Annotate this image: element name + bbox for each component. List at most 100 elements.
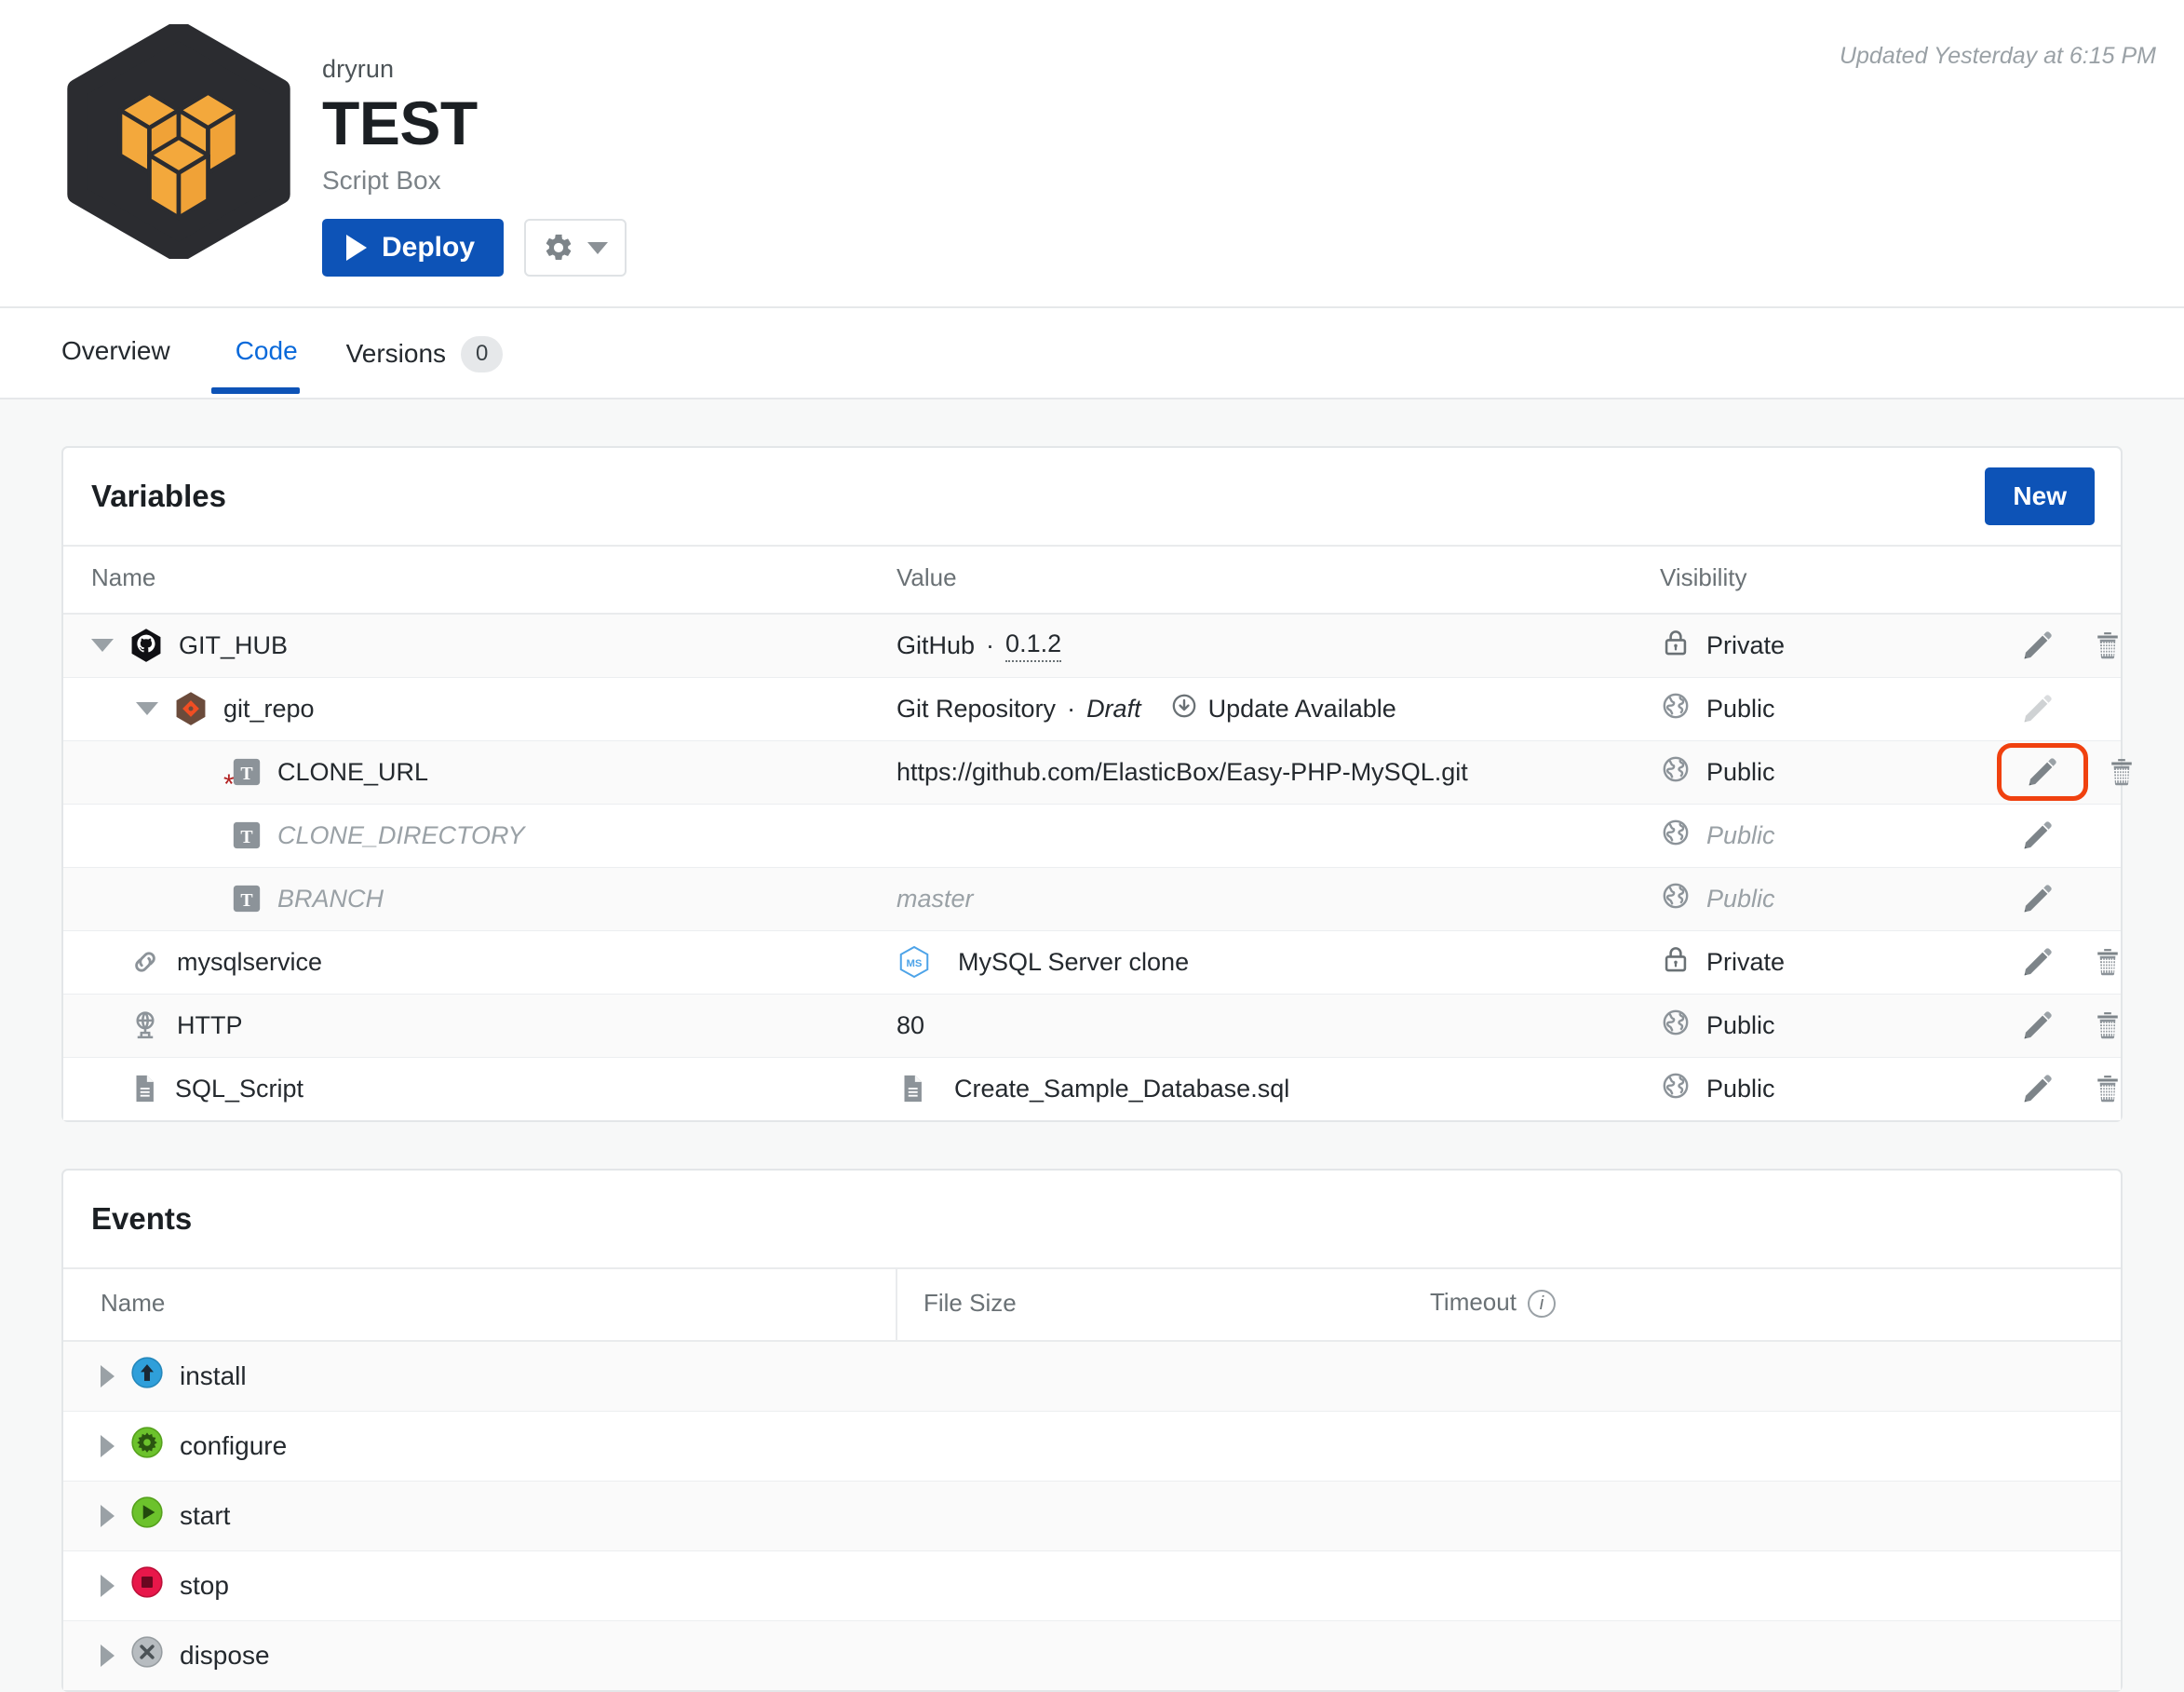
variable-actions-cell [2014,629,2121,662]
variable-actions-cell [2014,692,2121,725]
update-available-badge[interactable]: Update Available [1169,691,1396,727]
delete-variable-button[interactable] [2092,1009,2123,1041]
globe-icon [1663,819,1689,845]
chevron-down-icon [587,241,609,254]
variable-actions-cell [1997,743,2132,801]
update-download-icon [1172,694,1195,717]
info-icon[interactable]: i [1527,1290,1556,1319]
column-header-visibility: Visibility [1660,545,2014,615]
variable-actions-cell [2014,1072,2121,1105]
page-title: TEST [322,88,478,157]
event-name-cell: start [63,1495,897,1536]
settings-dropdown-button[interactable] [524,219,627,277]
lock-icon [1665,629,1687,656]
variable-value-cell: 80 [897,1011,1660,1040]
globe-icon [1660,880,1692,918]
edit-variable-button[interactable] [2021,1072,2055,1105]
column-header-actions [2014,545,2121,615]
edit-variable-button [2021,692,2055,725]
pencil-icon [2024,1075,2052,1103]
variable-name-cell: SQL_Script [63,1073,897,1104]
edit-variable-button[interactable] [2021,945,2055,979]
variable-value-cell: master [897,885,1660,914]
variable-row[interactable]: T * CLONE_URL https://github.com/ElasticB… [63,740,2132,805]
file-document-icon [128,1073,160,1104]
github-octocat-icon [131,629,161,663]
text-variable-icon: T [231,883,263,914]
svg-text:T: T [240,890,252,911]
trash-icon [2097,949,2118,976]
globe-icon [1663,1009,1689,1035]
variable-visibility-cell: Public [1660,1070,2014,1108]
variable-value-cell: GitHub · 0.1.2 [897,629,1660,662]
tab-versions[interactable]: Versions 0 [322,329,528,400]
variable-row[interactable]: T BRANCH master Public [63,867,2121,931]
chevron-right-icon[interactable] [101,1574,115,1597]
variable-row[interactable]: SQL_Script Create_Sample_Database.sql Pu… [63,1057,2121,1120]
variable-visibility-label: Public [1706,1010,1775,1039]
tab-code[interactable]: Code [210,329,322,394]
link-chain-icon [128,945,162,979]
page-body: Variables New Name Value Visibility GIT_… [0,399,2184,1692]
variable-value-text: Git Repository [897,694,1057,723]
dispose-x-icon [131,1636,163,1668]
mysql-hexagon-badge-icon: MS [897,944,932,980]
event-row[interactable]: configure [63,1411,2121,1482]
pencil-icon [2024,885,2052,913]
event-row[interactable]: stop [63,1550,2121,1621]
edit-variable-button[interactable] [2021,1008,2055,1042]
event-name-cell: configure [63,1425,897,1467]
variable-name-cell: T * CLONE_URL [63,756,897,799]
git-repo-hexagon-icon [173,691,209,726]
variable-name-label: git_repo [223,694,315,723]
edit-variable-button-highlight[interactable] [1997,743,2088,801]
column-header-name: Name [63,545,897,615]
page-header: dryrun TEST Script Box Deploy Updated Ye… [0,0,2184,308]
event-name-cell: install [63,1355,897,1397]
port-globe-icon [136,1011,155,1039]
variable-row[interactable]: git_repo Git Repository · Draft Update Ava… [63,677,2121,741]
delete-variable-button[interactable] [2106,756,2137,788]
pencil-icon [2024,695,2052,723]
variable-name-label: CLONE_DIRECTORY [277,820,525,849]
variable-row[interactable]: T CLONE_DIRECTORY Public [63,804,2121,868]
tab-overview[interactable]: Overview [61,329,195,394]
chevron-right-icon[interactable] [101,1504,115,1527]
deploy-button[interactable]: Deploy [322,219,505,277]
header-actions: Deploy [322,219,627,277]
variable-version-link[interactable]: 0.1.2 [1005,629,1062,662]
chevron-down-icon[interactable] [136,702,158,715]
port-globe-icon [128,1008,162,1042]
edit-variable-button[interactable] [2021,819,2055,852]
delete-variable-button[interactable] [2092,946,2123,978]
variable-visibility-cell: Public [1660,880,2014,918]
start-play-icon [131,1496,163,1528]
last-updated-text: Updated Yesterday at 6:15 PM [1839,43,2156,69]
delete-variable-button[interactable] [2092,1073,2123,1104]
file-document-icon [136,1076,154,1103]
edit-variable-button[interactable] [2021,629,2055,662]
variable-actions-cell [2014,1008,2121,1042]
event-row[interactable]: install [63,1341,2121,1412]
variable-visibility-label: Public [1706,820,1775,849]
delete-variable-button[interactable] [2092,629,2123,661]
file-document-icon [904,1076,922,1103]
variable-visibility-label: Public [1706,1074,1775,1103]
edit-variable-button[interactable] [2021,882,2055,915]
variable-row[interactable]: mysqlservice MS MySQL Server clone Privat… [63,930,2123,995]
edit-variable-button[interactable] [2026,755,2059,789]
variables-panel-header: Variables New [63,448,2121,545]
text-variable-icon: T [231,819,263,851]
lock-icon [1665,946,1687,971]
chevron-down-icon[interactable] [91,639,114,653]
tab-bar: Overview Code Versions 0 [0,308,2184,399]
chevron-right-icon[interactable] [101,1434,115,1457]
event-row[interactable]: start [63,1481,2121,1551]
variable-row[interactable]: HTTP 80 Public [63,994,2121,1058]
new-variable-button[interactable]: New [1985,467,2095,525]
column-header-timeout: Timeout i [1404,1266,2121,1343]
event-name-label: start [180,1500,231,1530]
chevron-right-icon[interactable] [101,1364,115,1387]
variable-row[interactable]: GIT_HUB GitHub · 0.1.2 Private [63,614,2121,678]
globe-icon [1660,1007,1692,1045]
